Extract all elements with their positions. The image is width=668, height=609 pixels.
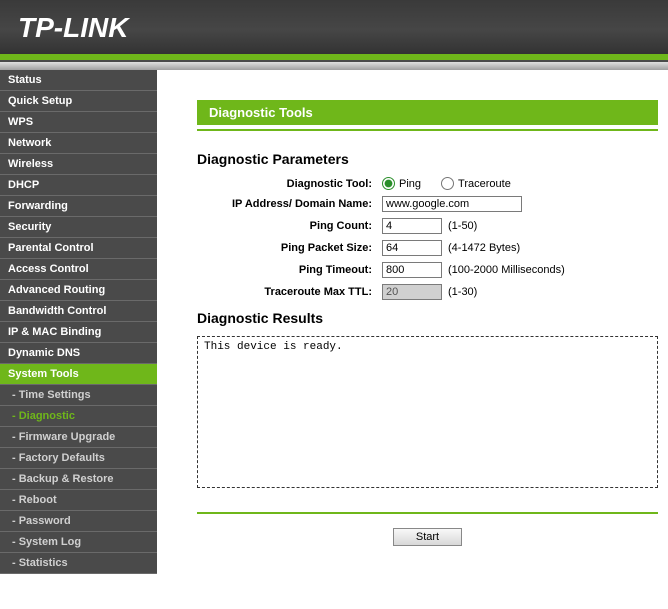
row-packet-size: Ping Packet Size: (4-1472 Bytes): [197, 240, 658, 256]
sidebar-item-quick-setup[interactable]: Quick Setup: [0, 91, 157, 112]
radio-ping[interactable]: [382, 177, 395, 190]
input-ping-timeout[interactable]: [382, 262, 442, 278]
header-accent-stripe: [0, 54, 668, 60]
sidebar-item-parental-control[interactable]: Parental Control: [0, 238, 157, 259]
radio-traceroute-label[interactable]: Traceroute: [441, 177, 511, 190]
page-title: Diagnostic Tools: [197, 100, 658, 125]
sidebar-sub-backup-restore[interactable]: - Backup & Restore: [0, 469, 157, 490]
sidebar-sub-password[interactable]: - Password: [0, 511, 157, 532]
radio-traceroute-text: Traceroute: [458, 178, 511, 190]
sidebar-item-wireless[interactable]: Wireless: [0, 154, 157, 175]
label-diagnostic-tool: Diagnostic Tool:: [197, 178, 382, 190]
start-button[interactable]: Start: [393, 528, 462, 546]
title-underline: [197, 129, 658, 131]
results-box: This device is ready.: [197, 336, 658, 488]
input-ping-count[interactable]: [382, 218, 442, 234]
logo: TP-LINK: [0, 0, 668, 44]
sidebar-item-system-tools[interactable]: System Tools: [0, 364, 157, 385]
input-ip-address[interactable]: [382, 196, 522, 212]
hint-ping-count: (1-50): [448, 220, 477, 232]
radio-ping-text: Ping: [399, 178, 421, 190]
label-ping-count: Ping Count:: [197, 220, 382, 232]
row-ping-timeout: Ping Timeout: (100-2000 Milliseconds): [197, 262, 658, 278]
row-ip-address: IP Address/ Domain Name:: [197, 196, 658, 212]
sidebar-sub-firmware-upgrade[interactable]: - Firmware Upgrade: [0, 427, 157, 448]
results-section-title: Diagnostic Results: [197, 310, 658, 326]
sidebar-item-wps[interactable]: WPS: [0, 112, 157, 133]
sidebar-item-security[interactable]: Security: [0, 217, 157, 238]
hint-ping-timeout: (100-2000 Milliseconds): [448, 264, 565, 276]
label-ip-address: IP Address/ Domain Name:: [197, 198, 382, 210]
header: TP-LINK: [0, 0, 668, 62]
sidebar-sub-reboot[interactable]: - Reboot: [0, 490, 157, 511]
separator-hr: [197, 512, 658, 514]
sidebar-sub-system-log[interactable]: - System Log: [0, 532, 157, 553]
sidebar-sub-statistics[interactable]: - Statistics: [0, 553, 157, 574]
radio-ping-label[interactable]: Ping: [382, 177, 421, 190]
sidebar-item-advanced-routing[interactable]: Advanced Routing: [0, 280, 157, 301]
sidebar-item-dhcp[interactable]: DHCP: [0, 175, 157, 196]
sidebar-item-ip-mac-binding[interactable]: IP & MAC Binding: [0, 322, 157, 343]
row-diagnostic-tool: Diagnostic Tool: Ping Traceroute: [197, 177, 658, 190]
sidebar-item-network[interactable]: Network: [0, 133, 157, 154]
label-ping-timeout: Ping Timeout:: [197, 264, 382, 276]
label-max-ttl: Traceroute Max TTL:: [197, 286, 382, 298]
sidebar-item-forwarding[interactable]: Forwarding: [0, 196, 157, 217]
input-packet-size[interactable]: [382, 240, 442, 256]
button-row: Start: [197, 528, 658, 546]
sidebar: Status Quick Setup WPS Network Wireless …: [0, 70, 157, 574]
sidebar-sub-diagnostic[interactable]: - Diagnostic: [0, 406, 157, 427]
radio-traceroute[interactable]: [441, 177, 454, 190]
sidebar-item-dynamic-dns[interactable]: Dynamic DNS: [0, 343, 157, 364]
sidebar-item-status[interactable]: Status: [0, 70, 157, 91]
content: Diagnostic Tools Diagnostic Parameters D…: [157, 70, 668, 574]
hint-max-ttl: (1-30): [448, 286, 477, 298]
row-max-ttl: Traceroute Max TTL: (1-30): [197, 284, 658, 300]
sidebar-item-bandwidth-control[interactable]: Bandwidth Control: [0, 301, 157, 322]
sidebar-sub-factory-defaults[interactable]: - Factory Defaults: [0, 448, 157, 469]
sidebar-sub-time-settings[interactable]: - Time Settings: [0, 385, 157, 406]
separator-bar: [0, 62, 668, 70]
parameters-section-title: Diagnostic Parameters: [197, 151, 658, 167]
hint-packet-size: (4-1472 Bytes): [448, 242, 520, 254]
input-max-ttl: [382, 284, 442, 300]
row-ping-count: Ping Count: (1-50): [197, 218, 658, 234]
sidebar-item-access-control[interactable]: Access Control: [0, 259, 157, 280]
label-packet-size: Ping Packet Size:: [197, 242, 382, 254]
